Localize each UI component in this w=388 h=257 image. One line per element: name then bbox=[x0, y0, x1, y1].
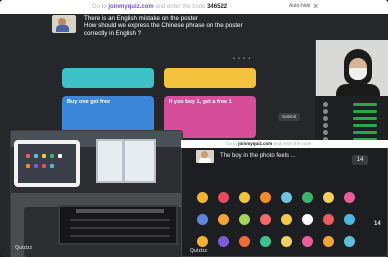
quiz-topbar: Go to joinmyquiz.com and enter the code … bbox=[0, 0, 388, 14]
app-icon bbox=[42, 164, 46, 168]
student-avatar bbox=[260, 192, 271, 203]
laptop-title-bar bbox=[76, 209, 164, 213]
student-avatar bbox=[239, 192, 250, 203]
student-avatar bbox=[218, 214, 229, 225]
laptop-line bbox=[70, 227, 170, 229]
join-site[interactable]: joinmyquiz.com bbox=[108, 4, 153, 10]
screen-root: Go to joinmyquiz.com and enter the code … bbox=[0, 0, 388, 257]
participant-avatar-icon bbox=[323, 123, 328, 128]
student-avatar bbox=[260, 236, 271, 247]
close-icon[interactable]: × bbox=[313, 1, 318, 11]
join-code: 346522 bbox=[207, 4, 228, 10]
student-logo: Quizizz bbox=[190, 248, 208, 254]
answer-option-2[interactable] bbox=[164, 68, 256, 88]
student-avatar bbox=[239, 236, 250, 247]
laptop-screen bbox=[58, 205, 178, 245]
question-line-3: correctly in English ? bbox=[84, 29, 142, 37]
laptop-line bbox=[70, 219, 170, 221]
student-avatar bbox=[323, 192, 334, 203]
side-number: 14 bbox=[374, 221, 381, 227]
option-dots: • • • • bbox=[233, 56, 252, 62]
student-counter: 14 bbox=[352, 155, 368, 165]
laptop-line bbox=[70, 235, 170, 237]
classroom-window bbox=[96, 139, 156, 183]
student-avatar bbox=[197, 192, 208, 203]
student-question-image-body bbox=[199, 158, 211, 163]
student-avatar bbox=[197, 214, 208, 225]
app-icon bbox=[34, 164, 38, 168]
student-question-text: The boy in the photo feels ... bbox=[220, 153, 296, 159]
participant-row bbox=[323, 102, 385, 107]
student-join-middle: and enter the code bbox=[273, 141, 312, 146]
submit-button[interactable]: Submit bbox=[278, 113, 300, 121]
participant-row bbox=[323, 130, 385, 135]
participant-avatar-icon bbox=[323, 109, 328, 114]
participant-score-bar bbox=[353, 117, 377, 120]
participant-avatar-icon bbox=[323, 130, 328, 135]
student-avatar bbox=[281, 192, 292, 203]
student-avatar bbox=[260, 214, 271, 225]
participant-avatar-icon bbox=[323, 116, 328, 121]
student-avatar bbox=[323, 236, 334, 247]
student-question-image bbox=[196, 150, 214, 163]
student-avatar bbox=[344, 214, 355, 225]
student-avatar bbox=[344, 192, 355, 203]
participant-row bbox=[323, 123, 385, 128]
student-avatar bbox=[197, 236, 208, 247]
participant-score-bar bbox=[353, 110, 377, 113]
app-icon bbox=[50, 164, 54, 168]
question-text: There is an English mistake on the poste… bbox=[84, 15, 314, 37]
join-prefix: Go to bbox=[92, 4, 107, 10]
app-icon bbox=[50, 154, 54, 158]
participant-row bbox=[323, 116, 385, 121]
student-avatar bbox=[302, 236, 313, 247]
student-quiz-topbar: Go to joinmyquiz.com and enter the code bbox=[181, 140, 388, 148]
participant-score-bar bbox=[353, 103, 377, 106]
student-join-site[interactable]: joinmyquiz.com bbox=[238, 141, 272, 146]
student-avatar bbox=[281, 214, 292, 225]
participant-score-bar bbox=[353, 131, 377, 134]
participant-score-bar bbox=[353, 124, 377, 127]
participant-avatar-icon bbox=[323, 102, 328, 107]
student-join-instructions: Go to joinmyquiz.com and enter the code bbox=[226, 141, 311, 146]
question-line-2: How should we express the Chinese phrase… bbox=[84, 22, 243, 30]
student-avatar bbox=[239, 214, 250, 225]
student-avatar bbox=[344, 236, 355, 247]
join-middle: and enter the code bbox=[155, 4, 206, 10]
auto-hide-toggle[interactable]: Auto-hide bbox=[289, 3, 310, 9]
student-question: The boy in the photo feels ... bbox=[196, 150, 366, 164]
app-icon bbox=[58, 154, 62, 158]
app-icon bbox=[26, 154, 30, 158]
app-icon bbox=[42, 154, 46, 158]
question-image bbox=[52, 15, 76, 33]
question-box: There is an English mistake on the poste… bbox=[52, 15, 315, 43]
student-join-prefix: Go to bbox=[226, 141, 238, 146]
classroom-window-frame bbox=[122, 139, 125, 183]
participant-row bbox=[323, 109, 385, 114]
app-icon bbox=[34, 154, 38, 158]
tablet-device bbox=[14, 140, 80, 187]
student-avatar bbox=[281, 236, 292, 247]
photo-logo: Quizizz bbox=[15, 245, 33, 251]
question-image-body bbox=[56, 25, 69, 32]
app-icon bbox=[26, 164, 30, 168]
student-avatar bbox=[302, 192, 313, 203]
student-question-image-face bbox=[201, 151, 208, 158]
join-instructions: Go to joinmyquiz.com and enter the code … bbox=[92, 4, 227, 10]
student-avatar bbox=[218, 236, 229, 247]
answer-option-1[interactable] bbox=[62, 68, 154, 88]
student-avatar bbox=[302, 214, 313, 225]
question-line-1: There is an English mistake on the poste… bbox=[84, 15, 198, 22]
student-avatar bbox=[323, 214, 334, 225]
student-avatar bbox=[218, 192, 229, 203]
